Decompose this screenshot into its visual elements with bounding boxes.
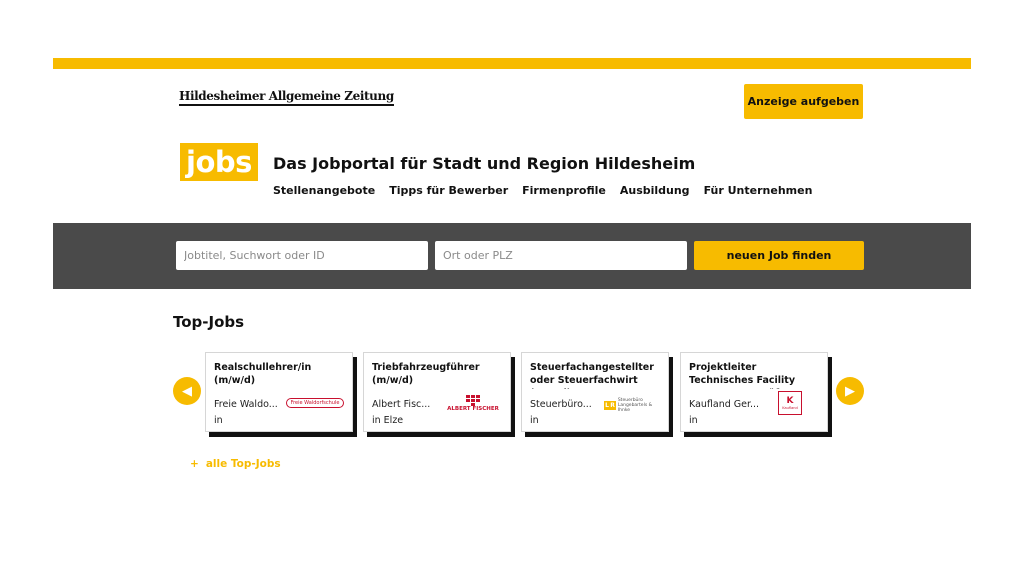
top-jobs-heading: Top-Jobs	[173, 313, 245, 331]
plus-icon: +	[190, 458, 199, 470]
job-card[interactable]: Projektleiter Technisches Facility Manag…	[680, 352, 828, 432]
nav-ausbildung[interactable]: Ausbildung	[620, 184, 690, 197]
job-card-location: in	[530, 415, 539, 426]
company-logo: ALBERT FISCHER	[444, 391, 502, 415]
lr-logo-mark-icon: L R	[604, 400, 616, 410]
fischer-logo-mark-icon	[466, 394, 480, 406]
job-card-company: Steuerbüro...	[530, 399, 592, 410]
top-accent-bar	[53, 58, 971, 69]
search-band: neuen Job finden	[53, 223, 971, 289]
job-card-location: in Elze	[372, 415, 404, 426]
chevron-right-icon: ▶	[845, 383, 855, 399]
find-job-button[interactable]: neuen Job finden	[694, 241, 864, 270]
carousel-prev-button[interactable]: ◀	[173, 377, 201, 405]
carousel-next-button[interactable]: ▶	[836, 377, 864, 405]
steuerbuero-logo-text: Steuerbüro Langebartels & Ihnke	[617, 397, 653, 413]
kaufland-logo-icon: K Kaufland	[778, 391, 802, 415]
waldorf-logo-text: Freie Waldorfschule	[286, 398, 344, 408]
job-card-location: in	[214, 415, 223, 426]
job-card-location: in	[689, 415, 698, 426]
company-logo: L R Steuerbüro Langebartels & Ihnke	[602, 393, 660, 417]
all-top-jobs-link[interactable]: + alle Top-Jobs	[190, 458, 281, 470]
nav-tipps-fuer-bewerber[interactable]: Tipps für Bewerber	[389, 184, 508, 197]
job-search-input[interactable]	[176, 241, 428, 270]
chevron-left-icon: ◀	[182, 383, 192, 399]
portal-title: Das Jobportal für Stadt und Region Hilde…	[273, 154, 696, 173]
page-frame: Hildesheimer Allgemeine Zeitung Anzeige …	[53, 58, 971, 470]
newspaper-logo[interactable]: Hildesheimer Allgemeine Zeitung	[179, 89, 394, 106]
nav-fuer-unternehmen[interactable]: Für Unternehmen	[704, 184, 813, 197]
job-card-company: Albert Fisc...	[372, 399, 431, 410]
job-card-company: Kaufland Ger...	[689, 399, 760, 410]
job-card-title: Realschullehrer/in (m/w/d)	[214, 362, 312, 386]
job-card[interactable]: Triebfahrzeugführer (m/w/d) Albert Fisc.…	[363, 352, 511, 432]
jobs-logo[interactable]: jobs	[180, 143, 258, 181]
company-logo: Freie Waldorfschule	[286, 391, 344, 415]
nav-firmenprofile[interactable]: Firmenprofile	[522, 184, 606, 197]
nav-stellenangebote[interactable]: Stellenangebote	[273, 184, 375, 197]
place-ad-button[interactable]: Anzeige aufgeben	[744, 84, 863, 119]
company-logo: K Kaufland	[761, 391, 819, 415]
location-input[interactable]	[435, 241, 687, 270]
fischer-logo-text: ALBERT FISCHER	[447, 405, 499, 412]
job-card[interactable]: Realschullehrer/in (m/w/d) Freie Waldo..…	[205, 352, 353, 432]
job-card-company: Freie Waldo...	[214, 399, 278, 410]
job-card-title: Steuerfachangestellter oder Steuerfachwi…	[530, 362, 654, 389]
job-card[interactable]: Steuerfachangestellter oder Steuerfachwi…	[521, 352, 669, 432]
job-card-title: Triebfahrzeugführer (m/w/d)	[372, 362, 480, 386]
job-card-title: Projektleiter Technisches Facility Manag…	[689, 362, 808, 389]
all-top-jobs-label: alle Top-Jobs	[205, 458, 281, 470]
main-nav: Stellenangebote Tipps für Bewerber Firme…	[273, 184, 812, 197]
